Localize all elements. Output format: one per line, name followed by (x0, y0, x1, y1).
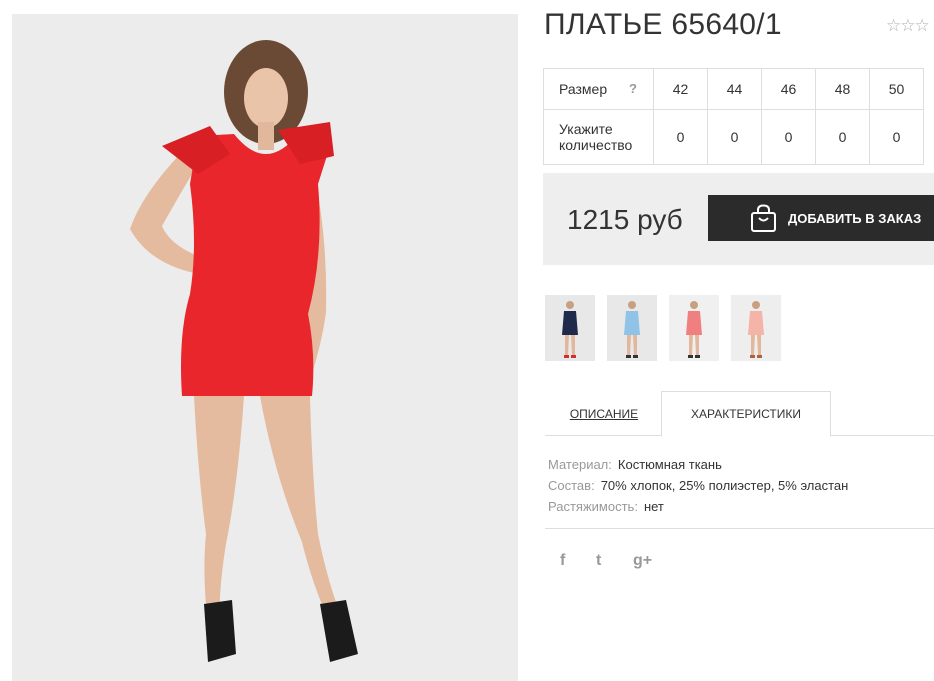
model-in-red-dress-illustration (12, 14, 518, 681)
spec-value: нет (643, 499, 664, 514)
peach-dress-thumbnail (731, 295, 781, 361)
size-value: 42 (653, 68, 708, 110)
product-main-image[interactable] (12, 14, 518, 681)
divider (545, 528, 934, 529)
buy-box: 1215 руб ДОБАВИТЬ В ЗАКАЗ (543, 173, 934, 265)
spec-row: Растяжимость: нет (548, 496, 848, 517)
twitter-icon[interactable]: t (596, 552, 601, 570)
size-value: 46 (761, 68, 816, 110)
google-plus-icon[interactable]: g+ (633, 552, 652, 570)
product-tabs: ОПИСАНИЕ ХАРАКТЕРИСТИКИ (545, 391, 934, 437)
product-title: ПЛАТЬЕ 65640/1 (544, 8, 782, 41)
quantity-label: Укажите количество (543, 109, 654, 165)
tab-description[interactable]: ОПИСАНИЕ (545, 391, 663, 436)
thumb-navy[interactable] (545, 295, 595, 361)
light-blue-dress-thumbnail (607, 295, 657, 361)
size-value: 44 (707, 68, 762, 110)
spec-key: Материал: (548, 457, 612, 472)
spec-row: Состав: 70% хлопок, 25% полиэстер, 5% эла… (548, 475, 848, 496)
size-help-icon[interactable]: ? (629, 81, 637, 97)
size-label-cell: Размер ? (543, 68, 654, 110)
shopping-bag-icon (751, 204, 776, 232)
navy-dress-thumbnail (545, 295, 595, 361)
add-to-order-button[interactable]: ДОБАВИТЬ В ЗАКАЗ (708, 195, 934, 241)
thumb-coral[interactable] (669, 295, 719, 361)
quantity-input[interactable]: 0 (707, 109, 762, 165)
tab-characteristics[interactable]: ХАРАКТЕРИСТИКИ (661, 391, 831, 437)
spec-key: Состав: (548, 478, 595, 493)
add-to-order-label: ДОБАВИТЬ В ЗАКАЗ (788, 210, 922, 226)
size-row: Размер ? 42 44 46 48 50 (543, 68, 924, 110)
quantity-row: Укажите количество 0 0 0 0 0 (543, 109, 924, 165)
facebook-icon[interactable]: f (560, 552, 565, 570)
price: 1215 руб (567, 204, 683, 235)
size-value: 50 (869, 68, 924, 110)
rating-stars-icon[interactable]: ☆☆☆ (886, 16, 930, 36)
quantity-input[interactable]: 0 (653, 109, 708, 165)
spec-value: Костюмная ткань (617, 457, 722, 472)
characteristics-list: Материал: Костюмная ткань Состав: 70% хлоп… (548, 454, 848, 517)
thumb-light-blue[interactable] (607, 295, 657, 361)
thumb-peach[interactable] (731, 295, 781, 361)
quantity-input[interactable]: 0 (869, 109, 924, 165)
coral-dress-thumbnail (669, 295, 719, 361)
size-value: 48 (815, 68, 870, 110)
spec-row: Материал: Костюмная ткань (548, 454, 848, 475)
size-label: Размер (559, 81, 608, 97)
quantity-input[interactable]: 0 (761, 109, 816, 165)
size-quantity-table: Размер ? 42 44 46 48 50 Укажите количест… (543, 68, 924, 165)
quantity-input[interactable]: 0 (815, 109, 870, 165)
spec-value: 70% хлопок, 25% полиэстер, 5% эластан (600, 478, 849, 493)
spec-key: Растяжимость: (548, 499, 638, 514)
